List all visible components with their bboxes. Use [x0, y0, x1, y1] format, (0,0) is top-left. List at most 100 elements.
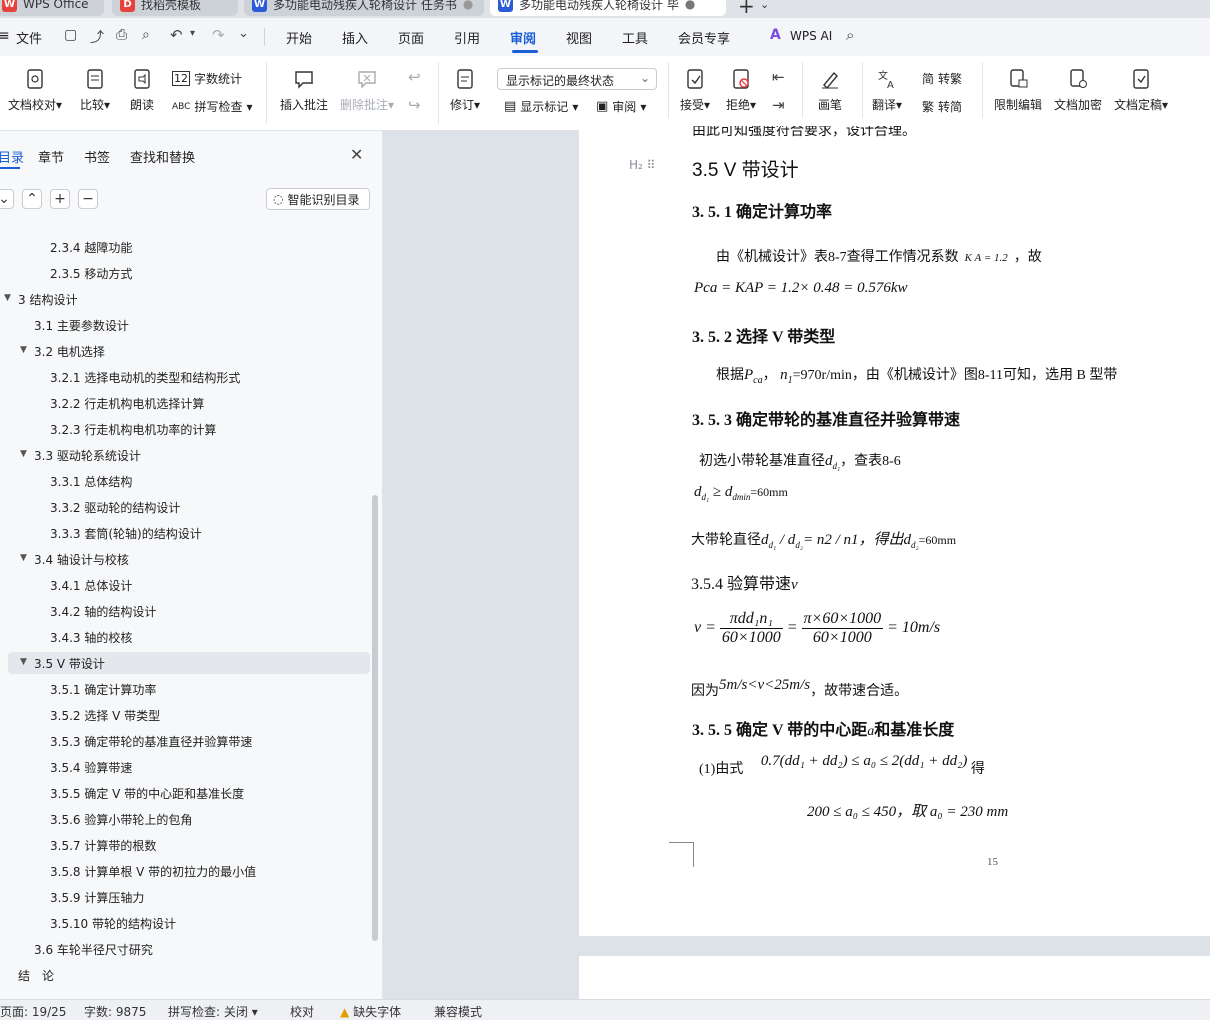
new-tab-icon[interactable]: + — [738, 0, 755, 18]
undo-dropdown-icon[interactable]: ▾ — [190, 28, 195, 39]
toc-item[interactable]: 3.5.9 计算压轴力 — [50, 889, 144, 906]
missing-font-status[interactable]: ▲ 缺失字体 — [340, 1003, 401, 1020]
toc-item[interactable]: 3.4.3 轴的校核 — [50, 629, 132, 646]
prev-revision-icon[interactable]: ⇤ — [772, 68, 785, 86]
menu-member[interactable]: 会员专享 — [678, 28, 730, 47]
toc-item[interactable]: 3.2.3 行走机构电机功率的计算 — [50, 421, 216, 438]
encrypt-button[interactable]: 文档加密 — [1054, 68, 1102, 113]
document-page[interactable]: 由此可知强度符合要求，设计合理。 H₂ ⠿ 3.5 V 带设计 3. 5. 1 … — [579, 118, 1210, 936]
finalize-button[interactable]: 文档定稿▾ — [1114, 68, 1168, 113]
print-icon[interactable]: ⎙ — [116, 27, 127, 43]
toc-item[interactable]: 3.3 驱动轮系统设计 — [34, 447, 141, 464]
revise-button[interactable]: 修订▾ — [450, 68, 480, 113]
toc-item[interactable]: 2.3.4 越障功能 — [50, 239, 132, 256]
toc-item[interactable]: 3.5.10 带轮的结构设计 — [50, 915, 176, 932]
toc-item[interactable]: 3 结构设计 — [18, 291, 77, 308]
menu-wps-ai[interactable]: WPS AI — [790, 29, 832, 43]
tab-doc-active[interactable]: W 多功能电动残疾人轮椅设计 毕 ● — [490, 0, 726, 16]
tab-list-chevron-icon[interactable]: ⌄ — [760, 0, 769, 11]
search-icon[interactable]: ⌕ — [846, 26, 854, 44]
heading-level-badge[interactable]: H₂ ⠿ — [629, 158, 655, 172]
toc-item[interactable]: 3.5.4 验算带速 — [50, 759, 132, 776]
tab-toc[interactable]: 目录 — [0, 147, 24, 166]
menu-insert[interactable]: 插入 — [342, 28, 368, 47]
add-heading-button[interactable]: + — [50, 189, 70, 209]
smart-toc-button[interactable]: ◌ 智能识别目录 — [266, 188, 370, 210]
review-pane-button[interactable]: ▣ 审阅 ▾ — [596, 98, 646, 115]
toc-item[interactable]: 3.3.3 套筒(轮轴)的结构设计 — [50, 525, 202, 542]
tab-find-replace[interactable]: 查找和替换 — [130, 147, 195, 166]
insert-comment-button[interactable]: 插入批注 — [280, 68, 328, 113]
delete-comment-button[interactable]: 删除批注▾ — [340, 68, 394, 113]
tab-template[interactable]: D 找稻壳模板 — [112, 0, 238, 16]
toc-item[interactable]: 结 论 — [18, 967, 54, 984]
collapse-all-button[interactable]: ⌄ — [0, 189, 14, 209]
save-icon[interactable]: ▢ — [64, 27, 77, 43]
menu-file[interactable]: 文件 — [16, 28, 42, 47]
word-count-indicator[interactable]: 字数: 9875 — [84, 1003, 146, 1020]
toc-item[interactable]: 3.2 电机选择 — [34, 343, 105, 360]
next-revision-icon[interactable]: ⇥ — [772, 96, 785, 114]
toc-item[interactable]: 3.3.2 驱动轮的结构设计 — [50, 499, 180, 516]
menu-start[interactable]: 开始 — [286, 28, 312, 47]
prev-comment-icon[interactable]: ↩ — [408, 68, 421, 86]
remove-heading-button[interactable]: − — [78, 189, 98, 209]
export-icon[interactable]: ⤴ — [90, 27, 104, 47]
print-preview-icon[interactable]: ⌕ — [142, 27, 150, 43]
toc-item[interactable]: 3.5.3 确定带轮的基准直径并验算带速 — [50, 733, 252, 750]
toc-item[interactable]: 3.5.5 确定 V 带的中心距和基准长度 — [50, 785, 244, 802]
markup-select[interactable]: 显示标记的最终状态 ⌄ — [497, 68, 657, 90]
menu-review[interactable]: 审阅 — [510, 28, 536, 47]
expand-triangle-icon[interactable]: ▼ — [20, 449, 27, 459]
read-aloud-button[interactable]: 朗读 — [130, 68, 154, 113]
toc-item[interactable]: 3.5 V 带设计 — [34, 655, 105, 672]
redo-icon[interactable]: ↷ — [212, 26, 225, 44]
proofread-status[interactable]: 校对 — [290, 1003, 314, 1020]
tab-chapter[interactable]: 章节 — [38, 147, 64, 166]
toc-item[interactable]: 3.2.1 选择电动机的类型和结构形式 — [50, 369, 240, 386]
menu-tools[interactable]: 工具 — [622, 28, 648, 47]
doc-check-button[interactable]: 文档校对▾ — [8, 68, 62, 113]
toc-item[interactable]: 3.4 轴设计与校核 — [34, 551, 129, 568]
spell-check-button[interactable]: ABC 拼写检查 ▾ — [172, 98, 253, 115]
promote-button[interactable]: ⌃ — [22, 189, 42, 209]
more-chevron-icon[interactable]: ⌄ — [238, 26, 249, 41]
undo-icon[interactable]: ↶ — [170, 26, 183, 44]
to-traditional-button[interactable]: 简 转繁 — [922, 70, 962, 87]
menu-view[interactable]: 视图 — [566, 28, 592, 47]
to-simplified-button[interactable]: 繁 转简 — [922, 98, 962, 115]
toc-item[interactable]: 3.5.7 计算带的根数 — [50, 837, 156, 854]
reject-button[interactable]: 拒绝▾ — [726, 68, 756, 113]
toc-item[interactable]: 3.2.2 行走机构电机选择计算 — [50, 395, 204, 412]
sidebar-scrollbar[interactable] — [372, 495, 378, 941]
next-comment-icon[interactable]: ↪ — [408, 96, 421, 114]
toc-item[interactable]: 3.5.1 确定计算功率 — [50, 681, 156, 698]
accept-button[interactable]: 接受▾ — [680, 68, 710, 113]
toc-item[interactable]: 3.5.6 验算小带轮上的包角 — [50, 811, 192, 828]
word-count-button[interactable]: 12 字数统计 — [172, 70, 242, 87]
toc-item[interactable]: 2.3.5 移动方式 — [50, 265, 132, 282]
restrict-edit-button[interactable]: 限制编辑 — [994, 68, 1042, 113]
expand-triangle-icon[interactable]: ▼ — [4, 293, 11, 303]
expand-triangle-icon[interactable]: ▼ — [20, 657, 27, 667]
hamburger-icon[interactable]: ≡ — [0, 28, 10, 44]
pen-button[interactable]: 画笔 — [818, 68, 842, 113]
toc-item[interactable]: 3.4.1 总体设计 — [50, 577, 132, 594]
spell-check-status[interactable]: 拼写检查: 关闭 ▾ — [168, 1003, 258, 1020]
toc-item[interactable]: 3.6 车轮半径尺寸研究 — [34, 941, 153, 958]
tab-wps-office[interactable]: W WPS Office — [0, 0, 104, 16]
toc-item[interactable]: 3.4.2 轴的结构设计 — [50, 603, 156, 620]
show-markup-button[interactable]: ▤ 显示标记 ▾ — [504, 98, 578, 115]
expand-triangle-icon[interactable]: ▼ — [20, 553, 27, 563]
toc-item[interactable]: 3.1 主要参数设计 — [34, 317, 129, 334]
menu-page[interactable]: 页面 — [398, 28, 424, 47]
expand-triangle-icon[interactable]: ▼ — [20, 345, 27, 355]
compare-button[interactable]: 比较▾ — [80, 68, 110, 113]
close-icon[interactable]: ✕ — [350, 145, 363, 164]
toc-item[interactable]: 3.3.1 总体结构 — [50, 473, 132, 490]
menu-reference[interactable]: 引用 — [454, 28, 480, 47]
page-indicator[interactable]: 页面: 19/25 — [0, 1003, 66, 1020]
tab-doc-task[interactable]: W 多功能电动残疾人轮椅设计 任务书 ● — [244, 0, 484, 16]
toc-item[interactable]: 3.5.2 选择 V 带类型 — [50, 707, 160, 724]
translate-button[interactable]: 文A 翻译▾ — [872, 68, 902, 113]
